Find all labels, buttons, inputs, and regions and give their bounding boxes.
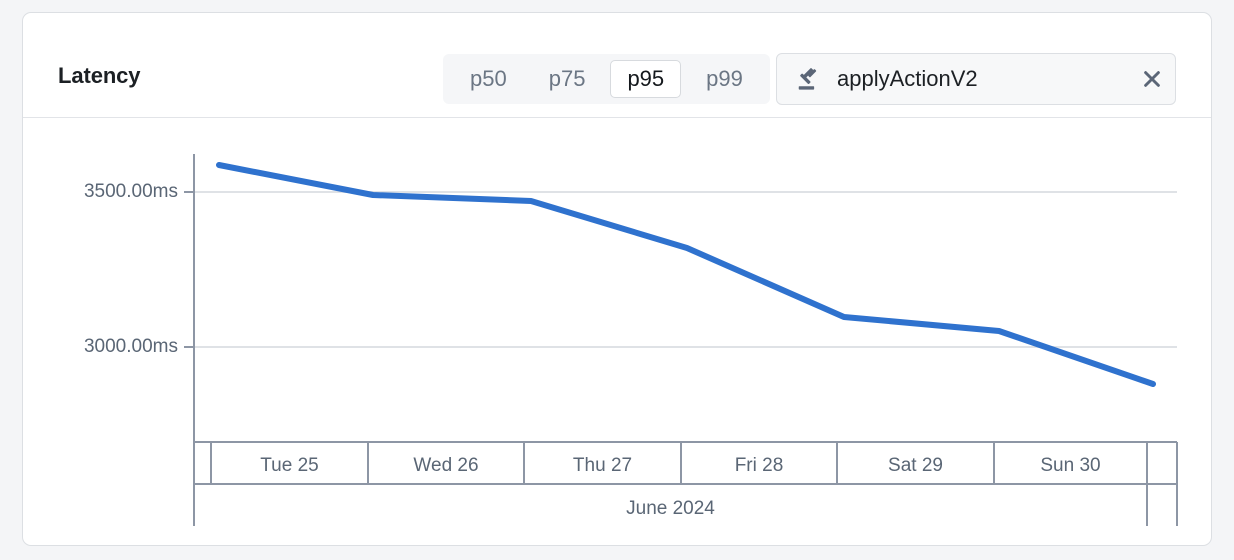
series-filter-label: applyActionV2 bbox=[837, 66, 978, 91]
latency-chart-card: Latency p50 p75 p95 p99 applyActionV2 35… bbox=[22, 12, 1212, 546]
percentile-option-p75[interactable]: p75 bbox=[532, 60, 603, 98]
page-title: Latency bbox=[58, 63, 141, 88]
series-filter-chip[interactable]: applyActionV2 bbox=[776, 53, 1176, 105]
x-tick-label-sun-30: Sun 30 bbox=[1040, 455, 1101, 476]
chart-body: 3500.00ms 3000.00ms Tue 25 Wed 26 Thu 27… bbox=[23, 118, 1211, 546]
percentile-option-p50[interactable]: p50 bbox=[453, 60, 524, 98]
x-axis-month-label: June 2024 bbox=[626, 498, 715, 519]
gavel-icon bbox=[798, 68, 817, 90]
x-tick-label-fri-28: Fri 28 bbox=[734, 455, 784, 476]
percentile-selector[interactable]: p50 p75 p95 p99 bbox=[443, 54, 770, 104]
x-tick-label-thu-27: Thu 27 bbox=[572, 455, 633, 476]
close-icon bbox=[1144, 71, 1160, 87]
x-tick-label-tue-25: Tue 25 bbox=[260, 455, 319, 476]
x-tick-label-sat-29: Sat 29 bbox=[888, 455, 943, 476]
percentile-option-p95[interactable]: p95 bbox=[610, 60, 682, 98]
x-tick-label-wed-26: Wed 26 bbox=[413, 455, 479, 476]
card-header: Latency p50 p75 p95 p99 applyActionV2 bbox=[23, 13, 1211, 118]
remove-filter-button[interactable] bbox=[1129, 54, 1175, 104]
latency-series-line bbox=[216, 162, 1156, 387]
latency-line-chart bbox=[184, 154, 1178, 526]
percentile-option-p99[interactable]: p99 bbox=[689, 60, 760, 98]
